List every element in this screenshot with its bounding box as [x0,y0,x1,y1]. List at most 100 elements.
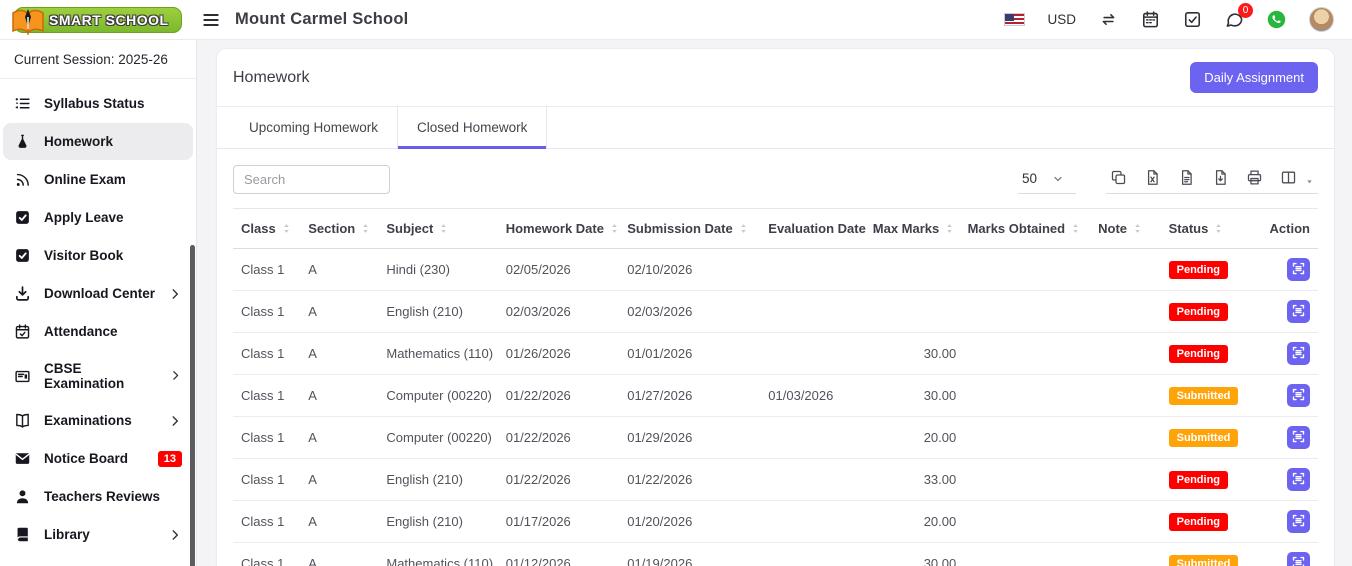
copy-export-button[interactable] [1110,169,1127,186]
cell-section: A [300,417,378,459]
chat-icon[interactable]: 0 [1224,10,1244,30]
sidebar-item-teachers-reviews[interactable]: Teachers Reviews [3,478,193,515]
us-flag-icon[interactable] [1004,13,1025,26]
row-action-button[interactable] [1287,384,1310,407]
status-badge: Pending [1169,513,1228,531]
cell-action [1250,291,1318,333]
rss-icon [14,171,31,188]
user-avatar[interactable] [1309,7,1334,32]
sidebar-item-label: Apply Leave [44,210,124,225]
chat-count-badge: 0 [1238,3,1253,18]
column-header-submission_date[interactable]: Submission Date [619,209,760,249]
column-header-subject[interactable]: Subject [378,209,497,249]
csv-export-button[interactable] [1178,169,1195,186]
row-action-button[interactable] [1287,510,1310,533]
column-header-section[interactable]: Section [300,209,378,249]
sidebar-item-cbse-examination[interactable]: CBSE Examination [3,351,193,401]
sidebar-item-syllabus-status[interactable]: Syllabus Status [3,85,193,122]
row-action-button[interactable] [1287,342,1310,365]
detail-list-icon [1291,429,1306,447]
sidebar-item-visitor-book[interactable]: Visitor Book [3,237,193,274]
chevron-down-icon [1052,173,1064,185]
cell-evaluation_date [760,249,883,291]
cell-action [1250,501,1318,543]
row-action-button[interactable] [1287,300,1310,323]
status-badge: Pending [1169,471,1228,489]
calendar-check-icon [14,323,31,340]
tab-upcoming-homework[interactable]: Upcoming Homework [230,107,397,148]
columns-export-button[interactable] [1280,169,1297,186]
cell-note [1090,291,1161,333]
column-header-class[interactable]: Class [233,209,300,249]
column-header-marks_obtained[interactable]: Marks Obtained [964,209,1090,249]
sidebar-item-label: Library [44,527,90,542]
sort-icon [437,222,450,235]
row-action-button[interactable] [1287,468,1310,491]
print-export-button[interactable] [1246,169,1263,186]
detail-list-icon [1291,303,1306,321]
sort-icon [608,222,621,235]
tasks-icon[interactable] [1182,10,1202,30]
sidebar-item-online-exam[interactable]: Online Exam [3,161,193,198]
search-input[interactable] [233,165,390,194]
table-row: Class 1AComputer (00220)01/22/202601/27/… [233,375,1318,417]
sidebar-item-notice-board[interactable]: Notice Board 13 [3,440,193,477]
cell-evaluation_date [760,333,883,375]
column-header-status[interactable]: Status [1161,209,1250,249]
row-action-button[interactable] [1287,426,1310,449]
daily-assignment-button[interactable]: Daily Assignment [1190,62,1318,93]
tab-closed-homework[interactable]: Closed Homework [397,107,547,148]
cell-class: Class 1 [233,417,300,459]
cell-max_marks: 30.00 [883,543,964,566]
exchange-icon[interactable] [1098,10,1118,30]
cell-note [1090,501,1161,543]
page-size-select[interactable]: 50 [1018,169,1076,194]
column-header-evaluation_date[interactable]: Evaluation Date [760,209,883,249]
chevron-right-icon [168,528,182,542]
cell-homework_date: 01/26/2026 [498,333,620,375]
page-title: Homework [233,69,309,87]
status-badge: Pending [1169,261,1228,279]
row-action-button[interactable] [1287,258,1310,281]
currency-selector[interactable]: USD [1047,12,1076,27]
chevron-right-icon [169,369,182,383]
cell-marks_obtained [964,375,1090,417]
card-icon [14,368,31,385]
detail-list-icon [1291,471,1306,489]
cell-class: Class 1 [233,501,300,543]
column-header-max_marks[interactable]: Max Marks [883,209,964,249]
column-header-homework_date[interactable]: Homework Date [498,209,620,249]
cell-evaluation_date [760,543,883,566]
cell-max_marks [883,291,964,333]
envelope-icon [14,450,31,467]
sidebar-item-label: Teachers Reviews [44,489,160,504]
cell-class: Class 1 [233,291,300,333]
sidebar-item-examinations[interactable]: Examinations [3,402,193,439]
cell-action [1250,543,1318,566]
cell-submission_date: 02/03/2026 [619,291,760,333]
menu-toggle-icon[interactable] [201,10,221,30]
logo-text: SMART SCHOOL [49,12,169,28]
status-badge: Submitted [1169,555,1239,566]
row-action-button[interactable] [1287,552,1310,566]
status-badge: Submitted [1169,387,1239,405]
calendar-icon[interactable] [1140,10,1160,30]
chevron-right-icon [168,414,182,428]
sidebar-item-library[interactable]: Library [3,516,193,553]
status-badge: Pending [1169,303,1228,321]
excel-export-button[interactable] [1144,169,1161,186]
whatsapp-icon[interactable] [1266,9,1287,30]
logo-area[interactable]: SMART SCHOOL [0,7,197,33]
cell-marks_obtained [964,291,1090,333]
sidebar-item-apply-leave[interactable]: Apply Leave [3,199,193,236]
cell-subject: English (210) [378,501,497,543]
pdf-export-button[interactable] [1212,169,1229,186]
sidebar-item-homework[interactable]: Homework [3,123,193,160]
cell-submission_date: 01/20/2026 [619,501,760,543]
column-header-note[interactable]: Note [1090,209,1161,249]
sidebar-item-download-center[interactable]: Download Center [3,275,193,312]
cell-submission_date: 01/29/2026 [619,417,760,459]
cell-subject: Computer (00220) [378,375,497,417]
sidebar-item-attendance[interactable]: Attendance [3,313,193,350]
sidebar-scrollbar[interactable] [190,245,195,566]
